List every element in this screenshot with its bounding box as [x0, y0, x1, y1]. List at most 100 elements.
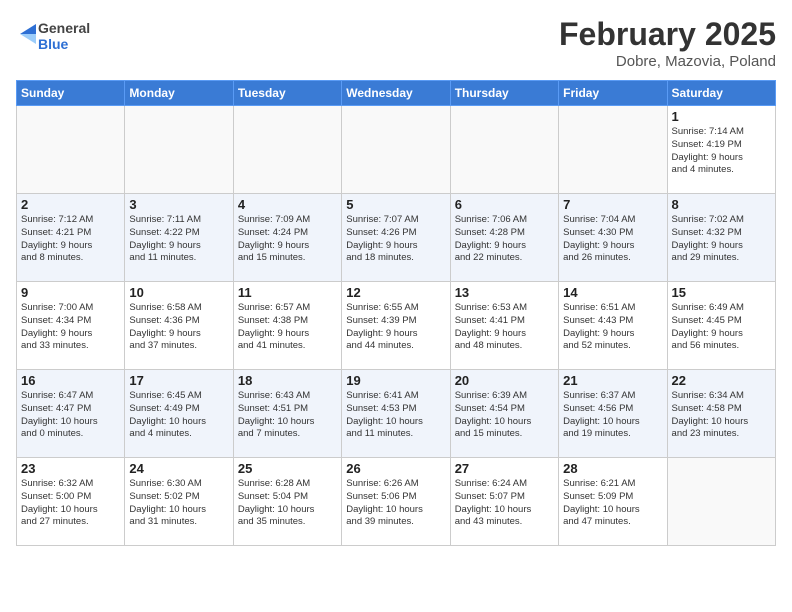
- table-row: 15Sunrise: 6:49 AM Sunset: 4:45 PM Dayli…: [667, 282, 775, 370]
- day-number: 21: [563, 373, 662, 388]
- logo: General Blue: [16, 16, 90, 53]
- day-number: 8: [672, 197, 771, 212]
- table-row: 5 Sunrise: 7:07 AM Sunset: 4:26 PM Daylig…: [342, 194, 450, 282]
- table-row: 10 Sunrise: 6:58 AM Sunset: 4:36 PM Dayli…: [125, 282, 233, 370]
- header-wednesday: Wednesday: [342, 81, 450, 106]
- day-number: 22: [672, 373, 771, 388]
- location-subtitle: Dobre, Mazovia, Poland: [559, 53, 776, 70]
- table-row: 2 Sunrise: 7:12 AM Sunset: 4:21 PM Daylig…: [17, 194, 125, 282]
- day-info: Sunrise: 7:04 AM Sunset: 4:30 PM Dayligh…: [563, 214, 662, 265]
- day-info: Sunrise: 6:28 AM Sunset: 5:04 PM Dayligh…: [238, 478, 337, 529]
- day-number: 2: [21, 197, 120, 212]
- logo-general-text: General: [38, 21, 90, 36]
- table-row: [450, 106, 558, 194]
- table-row: 19 Sunrise: 6:41 AM Sunset: 4:53 PM Dayli…: [342, 370, 450, 458]
- day-info: Sunrise: 6:45 AM Sunset: 4:49 PM Dayligh…: [129, 390, 228, 441]
- table-row: [342, 106, 450, 194]
- day-info: Sunrise: 7:00 AM Sunset: 4:34 PM Dayligh…: [21, 302, 120, 353]
- table-row: 7Sunrise: 7:04 AM Sunset: 4:30 PM Daylig…: [559, 194, 667, 282]
- table-row: 3 Sunrise: 7:11 AM Sunset: 4:22 PM Daylig…: [125, 194, 233, 282]
- table-row: 16 Sunrise: 6:47 AM Sunset: 4:47 PM Dayli…: [17, 370, 125, 458]
- day-info: Sunrise: 7:12 AM Sunset: 4:21 PM Dayligh…: [21, 214, 120, 265]
- day-info: Sunrise: 7:07 AM Sunset: 4:26 PM Dayligh…: [346, 214, 445, 265]
- table-row: [667, 458, 775, 546]
- day-number: 12: [346, 285, 445, 300]
- day-number: 24: [129, 461, 228, 476]
- day-info: Sunrise: 7:09 AM Sunset: 4:24 PM Dayligh…: [238, 214, 337, 265]
- table-row: [559, 106, 667, 194]
- calendar-week-row: 16 Sunrise: 6:47 AM Sunset: 4:47 PM Dayli…: [17, 370, 776, 458]
- calendar-header-row: Sunday Monday Tuesday Wednesday Thursday…: [17, 81, 776, 106]
- day-number: 9: [21, 285, 120, 300]
- table-row: [125, 106, 233, 194]
- table-row: 20 Sunrise: 6:39 AM Sunset: 4:54 PM Dayli…: [450, 370, 558, 458]
- logo-bird-icon: [16, 20, 36, 48]
- header: General Blue February 2025 Dobre, Mazovi…: [16, 16, 776, 70]
- day-info: Sunrise: 6:51 AM Sunset: 4:43 PM Dayligh…: [563, 302, 662, 353]
- day-info: Sunrise: 6:47 AM Sunset: 4:47 PM Dayligh…: [21, 390, 120, 441]
- day-info: Sunrise: 6:55 AM Sunset: 4:39 PM Dayligh…: [346, 302, 445, 353]
- table-row: 28 Sunrise: 6:21 AM Sunset: 5:09 PM Dayli…: [559, 458, 667, 546]
- day-number: 23: [21, 461, 120, 476]
- day-info: Sunrise: 6:53 AM Sunset: 4:41 PM Dayligh…: [455, 302, 554, 353]
- day-number: 19: [346, 373, 445, 388]
- title-section: February 2025 Dobre, Mazovia, Poland: [559, 16, 776, 70]
- day-info: Sunrise: 6:24 AM Sunset: 5:07 PM Dayligh…: [455, 478, 554, 529]
- logo-wordmark: General Blue: [16, 20, 90, 53]
- day-info: Sunrise: 6:30 AM Sunset: 5:02 PM Dayligh…: [129, 478, 228, 529]
- header-thursday: Thursday: [450, 81, 558, 106]
- table-row: [233, 106, 341, 194]
- month-title: February 2025: [559, 16, 776, 53]
- day-number: 14: [563, 285, 662, 300]
- day-info: Sunrise: 6:39 AM Sunset: 4:54 PM Dayligh…: [455, 390, 554, 441]
- day-number: 3: [129, 197, 228, 212]
- table-row: 4 Sunrise: 7:09 AM Sunset: 4:24 PM Daylig…: [233, 194, 341, 282]
- day-info: Sunrise: 6:43 AM Sunset: 4:51 PM Dayligh…: [238, 390, 337, 441]
- day-number: 16: [21, 373, 120, 388]
- calendar-week-row: 9 Sunrise: 7:00 AM Sunset: 4:34 PM Daylig…: [17, 282, 776, 370]
- day-info: Sunrise: 6:58 AM Sunset: 4:36 PM Dayligh…: [129, 302, 228, 353]
- table-row: 24 Sunrise: 6:30 AM Sunset: 5:02 PM Dayli…: [125, 458, 233, 546]
- day-info: Sunrise: 7:02 AM Sunset: 4:32 PM Dayligh…: [672, 214, 771, 265]
- day-number: 18: [238, 373, 337, 388]
- day-number: 4: [238, 197, 337, 212]
- header-saturday: Saturday: [667, 81, 775, 106]
- table-row: 8 Sunrise: 7:02 AM Sunset: 4:32 PM Daylig…: [667, 194, 775, 282]
- page-container: General Blue February 2025 Dobre, Mazovi…: [0, 0, 792, 554]
- table-row: 27 Sunrise: 6:24 AM Sunset: 5:07 PM Dayli…: [450, 458, 558, 546]
- table-row: 6Sunrise: 7:06 AM Sunset: 4:28 PM Daylig…: [450, 194, 558, 282]
- day-number: 27: [455, 461, 554, 476]
- day-number: 11: [238, 285, 337, 300]
- header-sunday: Sunday: [17, 81, 125, 106]
- day-number: 5: [346, 197, 445, 212]
- day-number: 17: [129, 373, 228, 388]
- calendar-week-row: 1 Sunrise: 7:14 AM Sunset: 4:19 PM Daylig…: [17, 106, 776, 194]
- table-row: 13Sunrise: 6:53 AM Sunset: 4:41 PM Dayli…: [450, 282, 558, 370]
- day-info: Sunrise: 7:14 AM Sunset: 4:19 PM Dayligh…: [672, 126, 771, 177]
- table-row: 12 Sunrise: 6:55 AM Sunset: 4:39 PM Dayli…: [342, 282, 450, 370]
- day-number: 25: [238, 461, 337, 476]
- table-row: 17 Sunrise: 6:45 AM Sunset: 4:49 PM Dayli…: [125, 370, 233, 458]
- header-monday: Monday: [125, 81, 233, 106]
- day-info: Sunrise: 7:11 AM Sunset: 4:22 PM Dayligh…: [129, 214, 228, 265]
- day-info: Sunrise: 6:21 AM Sunset: 5:09 PM Dayligh…: [563, 478, 662, 529]
- day-number: 28: [563, 461, 662, 476]
- table-row: 26Sunrise: 6:26 AM Sunset: 5:06 PM Dayli…: [342, 458, 450, 546]
- day-number: 10: [129, 285, 228, 300]
- table-row: 22Sunrise: 6:34 AM Sunset: 4:58 PM Dayli…: [667, 370, 775, 458]
- day-info: Sunrise: 6:41 AM Sunset: 4:53 PM Dayligh…: [346, 390, 445, 441]
- day-info: Sunrise: 6:37 AM Sunset: 4:56 PM Dayligh…: [563, 390, 662, 441]
- table-row: 14 Sunrise: 6:51 AM Sunset: 4:43 PM Dayli…: [559, 282, 667, 370]
- table-row: 1 Sunrise: 7:14 AM Sunset: 4:19 PM Daylig…: [667, 106, 775, 194]
- calendar-week-row: 2 Sunrise: 7:12 AM Sunset: 4:21 PM Daylig…: [17, 194, 776, 282]
- logo-blue-text: Blue: [38, 37, 90, 52]
- table-row: 18 Sunrise: 6:43 AM Sunset: 4:51 PM Dayli…: [233, 370, 341, 458]
- day-info: Sunrise: 7:06 AM Sunset: 4:28 PM Dayligh…: [455, 214, 554, 265]
- day-number: 1: [672, 109, 771, 124]
- day-info: Sunrise: 6:26 AM Sunset: 5:06 PM Dayligh…: [346, 478, 445, 529]
- table-row: [17, 106, 125, 194]
- table-row: 23Sunrise: 6:32 AM Sunset: 5:00 PM Dayli…: [17, 458, 125, 546]
- table-row: 21 Sunrise: 6:37 AM Sunset: 4:56 PM Dayli…: [559, 370, 667, 458]
- header-friday: Friday: [559, 81, 667, 106]
- day-number: 20: [455, 373, 554, 388]
